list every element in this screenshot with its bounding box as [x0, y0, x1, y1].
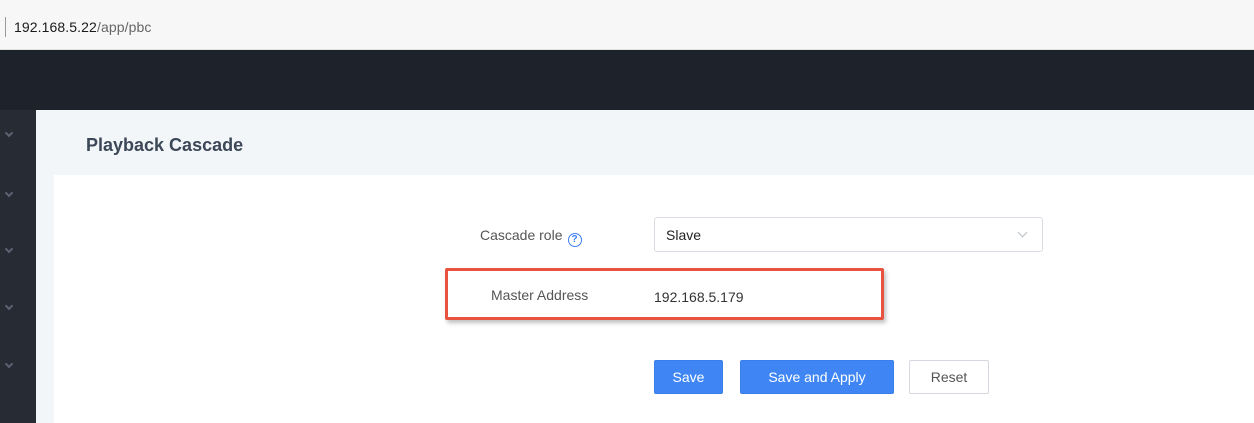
sidebar: [0, 110, 36, 423]
app-top-bar: [0, 50, 1254, 110]
cascade-role-label: Cascade role?: [480, 227, 582, 247]
url-text[interactable]: 192.168.5.22/app/pbc: [14, 19, 151, 35]
save-button[interactable]: Save: [654, 360, 723, 394]
url-host: 192.168.5.22: [14, 19, 97, 35]
help-icon[interactable]: ?: [567, 233, 582, 247]
sidebar-chevron-icon[interactable]: [4, 359, 14, 369]
cascade-role-label-text: Cascade role: [480, 227, 563, 243]
sidebar-chevron-icon[interactable]: [4, 188, 14, 198]
browser-url-bar[interactable]: 192.168.5.22/app/pbc: [0, 0, 1254, 50]
sidebar-chevron-icon[interactable]: [4, 128, 14, 138]
url-path: /app/pbc: [96, 19, 152, 35]
highlight-box: [445, 268, 884, 320]
chevron-down-icon: [1017, 227, 1028, 238]
page-title: Playback Cascade: [86, 135, 244, 155]
cascade-role-select[interactable]: Slave: [654, 217, 1043, 252]
sidebar-chevron-icon[interactable]: [4, 301, 14, 311]
save-and-apply-button[interactable]: Save and Apply: [740, 360, 894, 394]
url-bar-divider: [5, 17, 6, 37]
settings-panel: Cascade role? Slave Master Address 192.1…: [54, 175, 1254, 423]
sidebar-chevron-icon[interactable]: [4, 244, 14, 254]
reset-button[interactable]: Reset: [909, 360, 989, 394]
cascade-role-value: Slave: [666, 227, 702, 243]
main-content: Playback Cascade Cascade role? Slave Mas…: [36, 110, 1254, 423]
